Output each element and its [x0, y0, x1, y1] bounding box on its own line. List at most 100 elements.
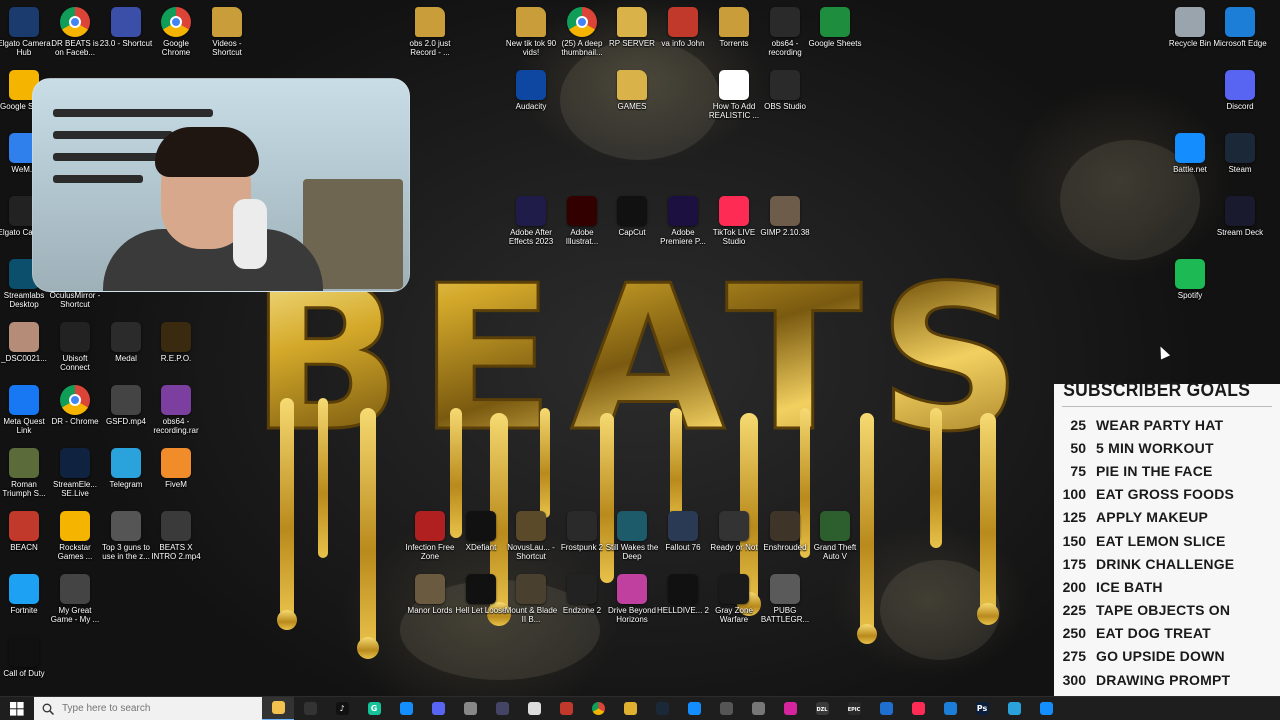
desktop-icon-beach[interactable]: BEACN [0, 511, 51, 552]
desktop-icon-recycle-bin[interactable]: Recycle Bin [1163, 7, 1217, 48]
desktop-icon-discord[interactable]: Discord [1213, 70, 1267, 111]
taskbar-app-discord[interactable] [422, 697, 454, 720]
desktop-icon-microsoft-edge[interactable]: Microsoft Edge [1213, 7, 1267, 48]
desktop-icon-hell-let-loose[interactable]: Hell Let Loose [454, 574, 508, 615]
taskbar-app-screen-capture[interactable] [870, 697, 902, 720]
taskbar-app-battlenet-2[interactable] [678, 697, 710, 720]
desktop-icon-tiktok-live-studio[interactable]: TikTok LIVE Studio [707, 196, 761, 246]
desktop-icon-gimp[interactable]: GIMP 2.10.38 [758, 196, 812, 237]
desktop-icon-obs64-recording[interactable]: obs64 - recording [758, 7, 812, 57]
taskbar-app-tiktok-live[interactable] [902, 697, 934, 720]
desktop-icon-obs64-recording-rar[interactable]: obs64 - recording.rar [149, 385, 203, 435]
desktop-icon-medal[interactable]: Medal [99, 322, 153, 363]
taskbar-app-battlenet-3[interactable] [1030, 697, 1062, 720]
desktop-icon-steam[interactable]: Steam [1213, 133, 1267, 174]
desktop-icon-dr-beats-facebook[interactable]: DR BEATS is on Faceb... [48, 7, 102, 57]
desktop-icon-capcut[interactable]: CapCut [605, 196, 659, 237]
desktop-icon-videos-shortcut[interactable]: Videos - Shortcut [200, 7, 254, 57]
desktop-icon-still-wakes-the-deep[interactable]: Still Wakes the Deep [605, 511, 659, 561]
taskbar-app-chrome[interactable] [582, 697, 614, 720]
taskbar-app-epic-games[interactable]: EPIC [838, 697, 870, 720]
desktop-icon-va-info-john[interactable]: va info John [656, 7, 710, 48]
desktop-icon-google-sheets[interactable]: Google Sheets [808, 7, 862, 48]
desktop-icon-stream-deck[interactable]: Stream Deck [1213, 196, 1267, 237]
desktop-icon-xdefiant[interactable]: XDefiant [454, 511, 508, 552]
desktop-icon-gray-zone-warfare[interactable]: Gray Zone Warfare [707, 574, 761, 624]
desktop-icon-spotify[interactable]: Spotify [1163, 259, 1217, 300]
taskbar-app-dzl[interactable]: DZL [806, 697, 838, 720]
desktop-icon-infection-free-zone[interactable]: Infection Free Zone [403, 511, 457, 561]
desktop-icon-new-tiktok-vids[interactable]: New tik tok 90 vids! [504, 7, 558, 57]
desktop-icon-roman-triumph[interactable]: Roman Triumph S... [0, 448, 51, 498]
desktop-icon-gta-v[interactable]: Grand Theft Auto V [808, 511, 862, 561]
desktop-icon-premiere-pro[interactable]: Adobe Premiere P... [656, 196, 710, 246]
desktop-icon-enshrouded[interactable]: Enshrouded [758, 511, 812, 552]
desktop-icon-google-chrome[interactable]: Google Chrome [149, 7, 203, 57]
desktop-icon-dr-chrome[interactable]: DR - Chrome [48, 385, 102, 426]
desktop-icon-fallout-76[interactable]: Fallout 76 [656, 511, 710, 552]
taskbar-app-instagram[interactable] [774, 697, 806, 720]
taskbar-app-telegram[interactable] [998, 697, 1030, 720]
desktop-icon-ready-or-not[interactable]: Ready or Not [707, 511, 761, 552]
taskbar-app-grammarly[interactable]: G [358, 697, 390, 720]
desktop-icon-meta-quest-link[interactable]: Meta Quest Link [0, 385, 51, 435]
desktop-icon-label: obs64 - recording.rar [153, 417, 199, 435]
desktop-icon-audacity[interactable]: Audacity [504, 70, 558, 111]
desktop-icon-top-3-guns[interactable]: Top 3 guns to use in the z... [99, 511, 153, 561]
desktop-icon-frostpunk-2[interactable]: Frostpunk 2 [555, 511, 609, 552]
desktop-icon-beats-x-intro[interactable]: BEATS X INTRO 2.mp4 [149, 511, 203, 561]
taskbar-app-edge[interactable] [934, 697, 966, 720]
taskbar-search[interactable] [34, 696, 262, 720]
taskbar-app-notepad[interactable] [518, 697, 550, 720]
desktop-icon-how-to-add-realistic[interactable]: How To Add REALISTIC ... [707, 70, 761, 120]
taskbar-app-recorder[interactable] [550, 697, 582, 720]
desktop-icon-call-of-duty[interactable]: Call of Duty [0, 637, 51, 678]
desktop-icon-helldivers-2[interactable]: HELLDIVE... 2 [656, 574, 710, 615]
desktop-icon-elgato-camera-hub[interactable]: Elgato Camera Hub [0, 7, 51, 57]
desktop-icon-torrents[interactable]: Torrents [707, 7, 761, 48]
desktop-icon-gsfd-mp4[interactable]: GSFD.mp4 [99, 385, 153, 426]
desktop-icon-label: GSFD.mp4 [105, 417, 146, 426]
desktop-icon-after-effects[interactable]: Adobe After Effects 2023 [504, 196, 558, 246]
desktop-icon-ubisoft-connect[interactable]: Ubisoft Connect [48, 322, 102, 372]
desktop-icon-fivem[interactable]: FiveM [149, 448, 203, 489]
taskbar-app-usb[interactable] [454, 697, 486, 720]
desktop-icon-23-shortcut[interactable]: 23.0 - Shortcut [99, 7, 153, 48]
desktop-icon-label: StreamEle... SE.Live [52, 480, 97, 498]
desktop-icon-fortnite[interactable]: Fortnite [0, 574, 51, 615]
taskbar-app-obs[interactable] [294, 697, 326, 720]
taskbar-app-obs-2[interactable] [710, 697, 742, 720]
desktop-icon-repo[interactable]: R.E.P.O. [149, 322, 203, 363]
taskbar-app-photoshop[interactable]: Ps [966, 697, 998, 720]
desktop-icon-drive-beyond-horizons[interactable]: Drive Beyond Horizons [605, 574, 659, 624]
goal-row: 75 PIE IN THE FACE [1054, 459, 1280, 482]
search-input[interactable] [62, 703, 242, 714]
desktop-icon-obs-just-record[interactable]: obs 2.0 just Record - ... [403, 7, 457, 57]
desktop-icon-novuslauncher[interactable]: NovusLau... - Shortcut [504, 511, 558, 561]
taskbar-app-tiktok[interactable]: ♪ [326, 697, 358, 720]
desktop-icon-rp-server[interactable]: RP SERVER [605, 7, 659, 48]
desktop-icon-illustrator[interactable]: Adobe Illustrat... [555, 196, 609, 246]
taskbar-app-ubisoft[interactable] [742, 697, 774, 720]
desktop-icon-telegram[interactable]: Telegram [99, 448, 153, 489]
desktop-icon-deep-thumbnail[interactable]: (25) A deep thumbnail... [555, 7, 609, 57]
desktop-icon-label: FiveM [165, 480, 187, 489]
desktop-icon-rockstar-games[interactable]: Rockstar Games ... [48, 511, 102, 561]
taskbar-app-pen[interactable] [614, 697, 646, 720]
desktop-icon-streamelements[interactable]: StreamEle... SE.Live [48, 448, 102, 498]
desktop-icon-manor-lords[interactable]: Manor Lords [403, 574, 457, 615]
taskbar-app-file-explorer[interactable] [262, 696, 294, 720]
taskbar-app-steam[interactable] [646, 697, 678, 720]
desktop-icon-games[interactable]: GAMES [605, 70, 659, 111]
desktop-icon-label: HELLDIVE... 2 [656, 606, 710, 615]
desktop-icon-mount-and-blade[interactable]: Mount & Blade II B... [504, 574, 558, 624]
desktop-icon-battle-net[interactable]: Battle.net [1163, 133, 1217, 174]
start-button[interactable] [0, 697, 34, 720]
desktop-icon-endzone-2[interactable]: Endzone 2 [555, 574, 609, 615]
desktop-icon-obs-studio[interactable]: OBS Studio [758, 70, 812, 111]
desktop-icon-pubg[interactable]: PUBG BATTLEGR... [758, 574, 812, 624]
taskbar-app-stream-deck[interactable] [486, 697, 518, 720]
taskbar-app-battlenet[interactable] [390, 697, 422, 720]
desktop-icon-my-great-game[interactable]: My Great Game - My ... [48, 574, 102, 624]
desktop-icon-dsc-photo[interactable]: _DSC0021... [0, 322, 51, 363]
